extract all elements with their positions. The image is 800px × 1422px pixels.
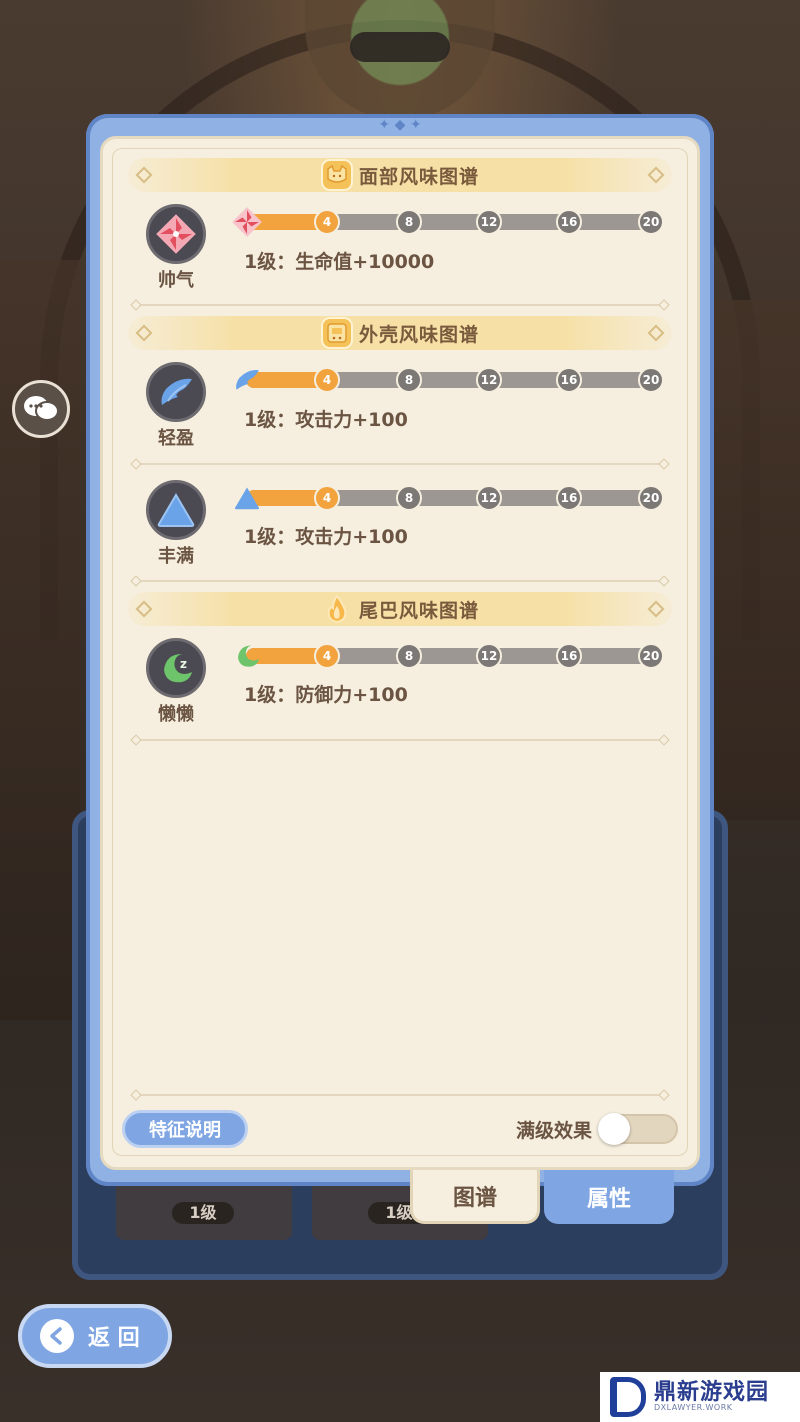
site-logo-icon <box>610 1377 646 1417</box>
footer-divider <box>136 1094 664 1096</box>
trait-name: 轻盈 <box>158 428 194 449</box>
cat-face-icon <box>320 159 353 191</box>
watermark: 鼎新游戏园 DXLAWYER.WORK <box>600 1372 800 1422</box>
back-button[interactable]: 返 回 <box>18 1304 172 1368</box>
background-shelf-right <box>710 300 800 820</box>
milestone-marker: 20 <box>638 643 664 669</box>
slot-level-badge: 1级 <box>172 1202 234 1224</box>
sleeping-moon-icon <box>230 639 264 673</box>
progress-track: 4 8 12 16 20 <box>238 643 664 669</box>
wing-icon <box>161 378 192 405</box>
milestone-marker: 12 <box>476 485 502 511</box>
trait-name: 帅气 <box>158 270 194 291</box>
divider <box>136 463 664 465</box>
milestone-marker: 4 <box>314 367 340 393</box>
tab-attributes[interactable]: 属性 <box>544 1170 674 1224</box>
progress-track: 4 8 12 16 20 <box>232 207 664 237</box>
milestone-marker: 4 <box>314 643 340 669</box>
trait-name: 懒懒 <box>158 704 194 725</box>
triangle-icon <box>230 481 264 515</box>
section-header-shell: 外壳风味图谱 <box>128 316 672 350</box>
watermark-title: 鼎新游戏园 <box>654 1380 770 1406</box>
milestone-marker: 16 <box>556 643 582 669</box>
milestone-marker: 4 <box>314 209 340 235</box>
milestone-marker: 8 <box>396 209 422 235</box>
sleeping-moon-icon: z <box>164 654 192 683</box>
diamond-ornament-icon <box>135 324 153 342</box>
trait-effect: 1级：攻击力+100 <box>244 409 408 431</box>
milestone-marker: 4 <box>314 485 340 511</box>
character-mustache <box>350 32 450 62</box>
trait-icon-light[interactable] <box>146 362 206 422</box>
chat-button[interactable] <box>12 380 70 438</box>
diamond-ornament-icon <box>647 166 665 184</box>
sparkle-decoration-icon: ✦ ◆ ✦ <box>378 117 422 133</box>
trait-icon-handsome[interactable] <box>146 204 206 264</box>
milestone-marker: 12 <box>476 367 502 393</box>
progress-track: 4 8 12 16 20 <box>236 367 664 393</box>
trait-icon-plump[interactable] <box>146 480 206 540</box>
milestone-marker: 20 <box>638 209 664 235</box>
section-header-tail: 尾巴风味图谱 <box>128 592 672 626</box>
feature-description-button[interactable]: 特征说明 <box>122 1110 248 1148</box>
diamond-ornament-icon <box>135 166 153 184</box>
trait-icon-lazy[interactable]: z <box>146 638 206 698</box>
shell-icon <box>320 317 353 349</box>
toggle-knob <box>598 1113 630 1145</box>
progress-track: 4 8 12 16 20 <box>234 485 664 511</box>
triangle-icon <box>157 493 195 527</box>
divider <box>136 739 664 741</box>
milestone-marker: 12 <box>476 209 502 235</box>
max-effect-toggle[interactable] <box>598 1113 678 1145</box>
milestone-marker: 16 <box>556 485 582 511</box>
background-shelf-left <box>0 260 80 1020</box>
diamond-ornament-icon <box>135 600 153 618</box>
milestone-marker: 16 <box>556 367 582 393</box>
wing-icon <box>230 363 264 397</box>
milestone-marker: 8 <box>396 643 422 669</box>
section-title: 外壳风味图谱 <box>358 323 479 346</box>
watermark-url: DXLAWYER.WORK <box>654 1403 733 1413</box>
pinwheel-icon <box>230 205 264 239</box>
milestone-marker: 20 <box>638 485 664 511</box>
trait-effect: 1级：生命值+10000 <box>244 251 435 273</box>
back-arrow-icon <box>40 1319 74 1353</box>
max-effect-label: 满级效果 <box>516 1120 593 1142</box>
milestone-marker: 8 <box>396 485 422 511</box>
flame-icon <box>321 593 353 625</box>
chat-bubbles-icon <box>24 396 59 421</box>
section-header-face: 面部风味图谱 <box>128 158 672 192</box>
tab-atlas[interactable]: 图谱 <box>410 1170 540 1224</box>
pinwheel-icon <box>156 214 196 254</box>
back-button-label: 返 回 <box>88 1326 140 1351</box>
trait-name: 丰满 <box>158 546 194 567</box>
milestone-marker: 20 <box>638 367 664 393</box>
divider <box>136 580 664 582</box>
milestone-marker: 16 <box>556 209 582 235</box>
divider <box>136 304 664 306</box>
milestone-marker: 12 <box>476 643 502 669</box>
section-title: 面部风味图谱 <box>358 165 479 188</box>
trait-effect: 1级：攻击力+100 <box>244 526 408 548</box>
diamond-ornament-icon <box>647 324 665 342</box>
trait-effect: 1级：防御力+100 <box>244 684 408 706</box>
svg-text:z: z <box>180 657 187 671</box>
section-title: 尾巴风味图谱 <box>358 599 479 622</box>
diamond-ornament-icon <box>647 600 665 618</box>
milestone-marker: 8 <box>396 367 422 393</box>
